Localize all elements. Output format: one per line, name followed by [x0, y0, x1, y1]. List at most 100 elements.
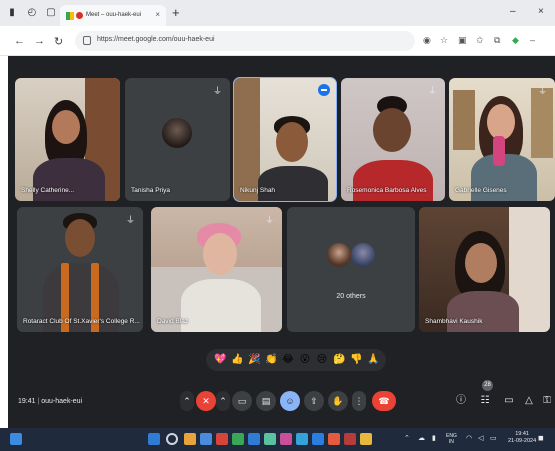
- tab-actions-icon[interactable]: ▢: [45, 7, 57, 19]
- mic-muted-icon: ⏚: [264, 215, 274, 225]
- raise-hand-button[interactable]: ✋: [328, 391, 348, 411]
- taskbar-app-icon[interactable]: [264, 433, 276, 445]
- participant-name: Tanisha Priya: [131, 187, 171, 194]
- widgets-icon[interactable]: [10, 433, 22, 445]
- mic-muted-icon: ⏚: [212, 86, 222, 96]
- reload-icon[interactable]: ↻: [54, 35, 63, 48]
- taskbar-app-icon[interactable]: [232, 433, 244, 445]
- camera-toggle-button[interactable]: ▭: [232, 391, 252, 411]
- forward-icon[interactable]: →: [34, 35, 45, 47]
- participant-name: Nikunj Shah: [240, 187, 276, 194]
- taskbar-app-icon[interactable]: [328, 433, 340, 445]
- search-icon[interactable]: [166, 433, 178, 445]
- reaction-button[interactable]: 👎: [350, 354, 362, 366]
- address-bar-row: ← → ↻ https://meet.google.com/ouu-haek-e…: [0, 26, 555, 56]
- reaction-button[interactable]: 🤔: [333, 354, 345, 366]
- new-tab-button[interactable]: +: [172, 5, 180, 20]
- mic-muted-icon: ⏚: [125, 215, 135, 225]
- taskbar-app-icon[interactable]: [360, 433, 372, 445]
- participant-tile[interactable]: Shambhavi Kaushik: [419, 207, 550, 332]
- tab-meet[interactable]: Meet – ouu-haek-eui ×: [60, 5, 166, 26]
- chat-icon[interactable]: ▭: [502, 394, 516, 408]
- reaction-button[interactable]: 😮: [299, 354, 311, 366]
- reaction-button[interactable]: 🎉: [248, 354, 260, 366]
- people-icon[interactable]: ☷: [478, 394, 492, 408]
- edge-icon[interactable]: [296, 433, 308, 445]
- participant-tile[interactable]: ⏚ Gabrielle Gisenes: [449, 78, 555, 201]
- reaction-button[interactable]: 💖: [214, 354, 226, 366]
- reaction-button[interactable]: 😢: [316, 354, 328, 366]
- participant-name: Gabrielle Gisenes: [455, 187, 507, 194]
- participant-name: Rotaract Club Of St.Xavier's College R..…: [23, 318, 140, 325]
- tray-overflow-icon[interactable]: ⌃: [404, 434, 410, 442]
- tab-close-icon[interactable]: ×: [155, 10, 160, 19]
- minimize-button[interactable]: –: [510, 6, 516, 17]
- cast-icon[interactable]: ◉: [423, 35, 431, 46]
- browser-tab-bar: ▮ ◴ ▢ Meet – ouu-haek-eui × + – ×: [0, 0, 555, 26]
- volume-icon[interactable]: ◁: [478, 434, 483, 442]
- clock-time: 19:41: [515, 431, 529, 437]
- others-count-label: 20 others: [336, 293, 366, 300]
- file-explorer-icon[interactable]: [184, 433, 196, 445]
- participant-tile[interactable]: ⏚ Tanisha Priya: [125, 78, 230, 201]
- language-bottom: IN: [448, 439, 454, 445]
- participant-tile[interactable]: ⏚ David Blaz: [151, 207, 282, 332]
- url-text: https://meet.google.com/ouu-haek-eui: [97, 36, 215, 43]
- reactions-bar: 💖 👍 🎉 👏 😂 😮 😢 🤔 👎 🙏: [206, 349, 386, 371]
- url-field[interactable]: https://meet.google.com/ouu-haek-eui: [75, 31, 415, 51]
- meeting-code: ouu-haek-eui: [41, 398, 83, 405]
- menu-icon[interactable]: –: [530, 35, 535, 45]
- taskbar-app-icon[interactable]: [280, 433, 292, 445]
- taskbar-app-icon[interactable]: [216, 433, 228, 445]
- captions-button[interactable]: ▤: [256, 391, 276, 411]
- info-icon[interactable]: ⓘ: [454, 394, 468, 408]
- reaction-button[interactable]: 🙏: [367, 354, 379, 366]
- wifi-icon[interactable]: ◠: [466, 434, 472, 442]
- hangup-button[interactable]: ☎: [372, 391, 396, 411]
- favorites-icon[interactable]: ✩: [476, 35, 484, 46]
- taskbar-app-icon[interactable]: [344, 433, 356, 445]
- split-screen-icon[interactable]: ▣: [458, 35, 467, 46]
- speaking-indicator-icon: [318, 84, 330, 96]
- participant-tile[interactable]: Shelly Catherine...: [15, 78, 120, 201]
- bookmark-star-icon[interactable]: ☆: [440, 35, 448, 46]
- others-avatar: [351, 243, 375, 267]
- onedrive-icon[interactable]: ☁: [418, 434, 425, 442]
- lock-host-controls-icon[interactable]: ⚿: [540, 394, 554, 408]
- participant-name: Shambhavi Kaushik: [425, 318, 483, 325]
- language-indicator[interactable]: ENG IN: [446, 433, 457, 445]
- reaction-button[interactable]: 👏: [265, 354, 277, 366]
- meet-favicon-icon: [66, 12, 74, 20]
- reaction-button[interactable]: 😂: [282, 354, 294, 366]
- back-icon[interactable]: ←: [14, 35, 25, 47]
- window-close-button[interactable]: ×: [538, 6, 544, 17]
- emoji-button[interactable]: ☺: [280, 391, 300, 411]
- present-button[interactable]: ⇧: [304, 391, 324, 411]
- others-tile[interactable]: 20 others: [287, 207, 415, 332]
- participant-tile-active-speaker[interactable]: Nikunj Shah: [233, 77, 337, 202]
- camera-options-icon[interactable]: ⌃: [216, 391, 230, 411]
- start-icon[interactable]: [148, 433, 160, 445]
- participant-name: Shelly Catherine...: [21, 187, 75, 194]
- profile-icon[interactable]: ▮: [6, 7, 18, 19]
- activities-icon[interactable]: △: [522, 394, 536, 408]
- battery-icon[interactable]: ▮: [432, 434, 436, 442]
- battery-status-icon[interactable]: ▭: [490, 434, 497, 442]
- collections-icon[interactable]: ⧉: [494, 35, 500, 46]
- taskbar-app-icon[interactable]: [200, 433, 212, 445]
- more-options-button[interactable]: ⋮: [352, 391, 366, 411]
- reaction-button[interactable]: 👍: [231, 354, 243, 366]
- participant-tile[interactable]: ⏚ Rotaract Club Of St.Xavier's College R…: [17, 207, 143, 332]
- notification-icon[interactable]: ◼: [538, 434, 544, 442]
- mic-options-icon[interactable]: ⌃: [180, 391, 194, 411]
- history-icon[interactable]: ◴: [26, 7, 38, 19]
- taskbar-app-icon[interactable]: [248, 433, 260, 445]
- taskbar-clock[interactable]: 19:41 21-09-2024: [508, 431, 536, 445]
- lock-icon: [83, 36, 91, 45]
- mic-toggle-button[interactable]: ✕: [196, 391, 216, 411]
- tab-title: Meet – ouu-haek-eui: [86, 12, 142, 18]
- participant-tile[interactable]: ⏚ Rosemonica Barbosa Alves: [341, 78, 445, 201]
- taskbar-app-icon[interactable]: [312, 433, 324, 445]
- meet-stage: Shelly Catherine... ⏚ Tanisha Priya Niku…: [8, 56, 555, 428]
- extension-icon[interactable]: ◆: [512, 35, 519, 46]
